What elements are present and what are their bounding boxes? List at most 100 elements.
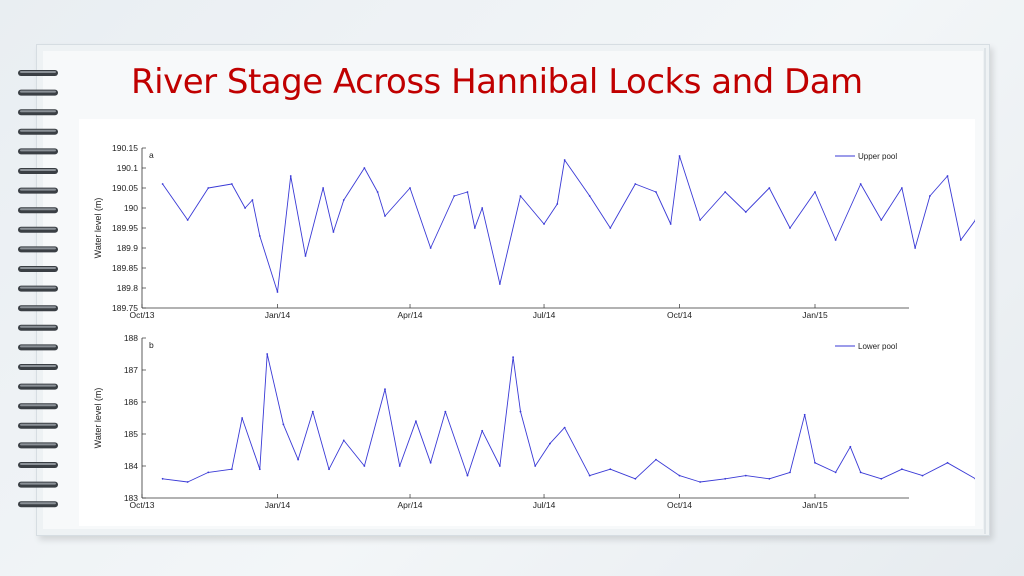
data-point [207, 471, 210, 474]
data-point [241, 417, 244, 419]
data-point [322, 187, 325, 189]
data-point [724, 191, 727, 193]
data-point [834, 239, 837, 241]
x-tick-label: Jan/15 [802, 310, 828, 320]
slide-title: River Stage Across Hannibal Locks and Da… [131, 62, 863, 102]
binding-ring [18, 266, 58, 272]
binding-ring [18, 501, 58, 508]
x-tick-label: Jan/14 [265, 500, 291, 510]
data-point [744, 474, 747, 477]
x-tick-label: Oct/13 [129, 310, 154, 320]
data-point [563, 159, 566, 161]
data-point [928, 195, 931, 197]
binding-ring [18, 442, 58, 449]
y-tick-label: 189.85 [112, 263, 138, 273]
legend-label: Upper pool [858, 152, 897, 161]
y-tick-label: 188 [124, 333, 138, 343]
y-axis-title: Water level (m) [93, 388, 103, 449]
data-point [398, 465, 401, 467]
data-point [251, 199, 254, 201]
x-tick-label: Jan/15 [802, 500, 828, 510]
data-point [699, 481, 702, 483]
binding-ring [18, 481, 58, 488]
data-point [814, 461, 816, 464]
y-tick-label: 189.95 [112, 223, 138, 233]
data-point [311, 410, 314, 413]
data-point [466, 191, 469, 193]
data-point [415, 420, 417, 423]
binding-ring [18, 364, 58, 370]
binding-ring [18, 70, 58, 76]
data-point [332, 231, 335, 233]
data-point [803, 413, 806, 416]
panel-letter: b [149, 340, 154, 350]
data-point [258, 468, 261, 471]
binding-ring [18, 305, 58, 312]
data-point [466, 474, 469, 477]
binding-ring [18, 109, 58, 116]
data-point [724, 477, 727, 480]
y-tick-label: 190.1 [117, 163, 139, 173]
data-point [282, 423, 285, 426]
y-tick-label: 190.05 [112, 183, 138, 193]
data-point [363, 167, 366, 169]
y-tick-label: 190.15 [112, 143, 138, 153]
data-point [207, 187, 210, 189]
data-point [244, 207, 246, 209]
data-point [744, 211, 747, 213]
data-point [161, 477, 164, 480]
binding-ring [18, 128, 58, 135]
data-point [342, 439, 345, 442]
binding-ring [18, 422, 58, 429]
chart-figure: 189.75189.8189.85189.9189.95190190.05190… [93, 143, 975, 510]
data-point [297, 458, 300, 461]
data-point [900, 187, 903, 189]
data-point [429, 247, 432, 249]
data-point [880, 219, 883, 221]
data-point [789, 471, 791, 474]
data-point [609, 227, 612, 229]
data-point [859, 183, 862, 185]
binding-ring [18, 187, 58, 194]
data-point [634, 477, 637, 480]
binding-ring [18, 226, 58, 233]
data-point [276, 291, 279, 293]
data-point [921, 474, 924, 477]
data-point [669, 223, 672, 225]
binding-ring [18, 168, 58, 174]
data-point [481, 207, 484, 209]
x-tick-label: Jul/14 [533, 310, 556, 320]
binding-ring [18, 462, 58, 468]
data-point [384, 388, 386, 391]
y-tick-label: 189.9 [117, 243, 139, 253]
data-point [900, 468, 903, 471]
x-tick-label: Apr/14 [397, 500, 422, 510]
series-line [162, 353, 975, 483]
binding-ring [18, 324, 58, 331]
y-tick-label: 184 [124, 461, 138, 471]
data-point [768, 187, 771, 189]
binding-ring [18, 383, 58, 390]
data-point [789, 227, 791, 229]
data-point [266, 353, 269, 355]
data-point [549, 442, 551, 445]
data-point [556, 203, 559, 205]
chart-panel: 189.75 189.8 189.85 189.9 189.95 190 190.05 190… [79, 119, 975, 526]
data-point [230, 468, 233, 471]
spiral-binding [18, 70, 58, 508]
legend-label: Lower pool [858, 342, 897, 351]
data-point [849, 445, 852, 448]
data-point [519, 195, 522, 197]
data-point [768, 477, 771, 480]
data-point [304, 255, 307, 257]
data-point [946, 461, 949, 464]
panel-letter: a [149, 150, 154, 160]
data-point [534, 465, 537, 467]
data-point [880, 477, 883, 480]
data-point [258, 235, 261, 237]
binding-ring [18, 207, 58, 214]
data-point [655, 458, 657, 461]
y-tick-label: 187 [124, 365, 138, 375]
page-edge-line [984, 48, 986, 534]
data-point [914, 247, 917, 249]
